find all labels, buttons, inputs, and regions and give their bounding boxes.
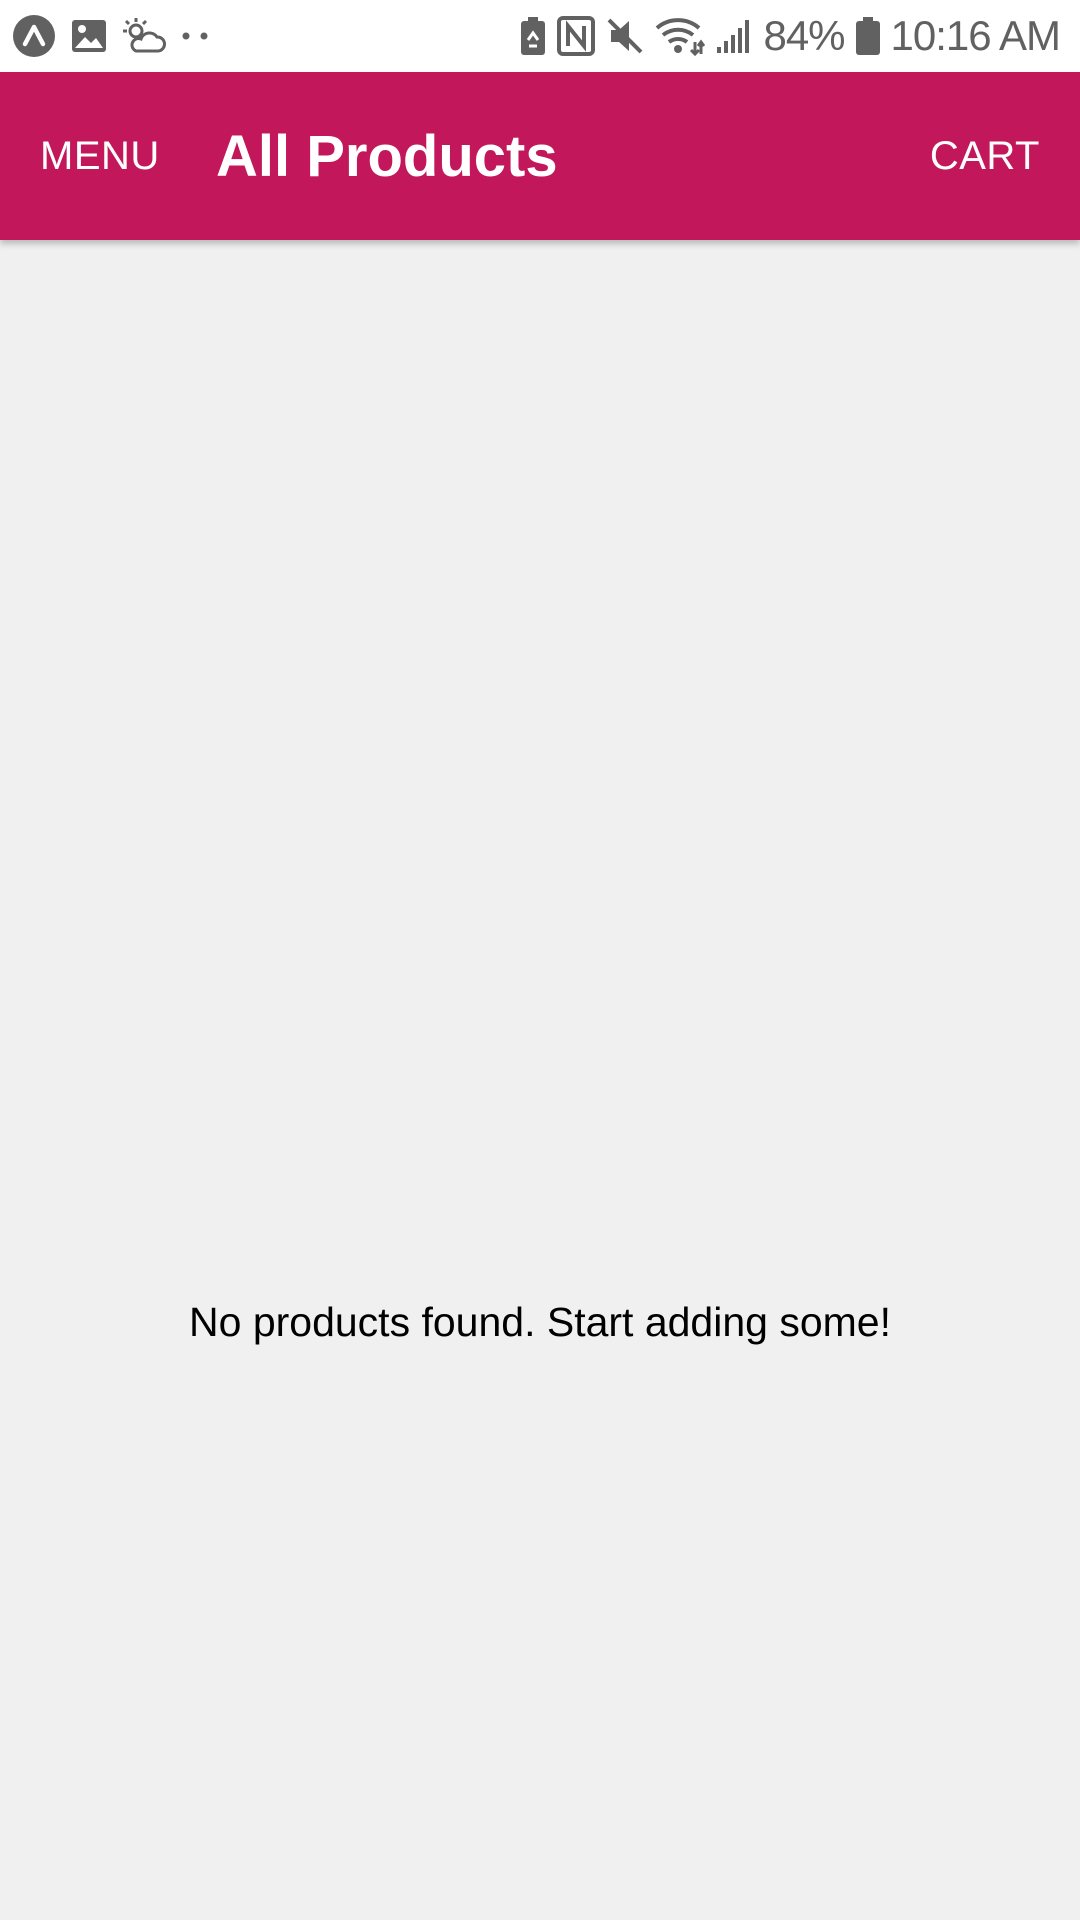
nfc-icon <box>557 16 596 56</box>
wifi-icon <box>655 16 706 56</box>
weather-icon <box>122 17 166 55</box>
signal-icon <box>715 17 753 55</box>
battery-saver-icon <box>519 16 547 56</box>
empty-state-message: No products found. Start adding some! <box>189 1299 891 1345</box>
image-icon <box>70 18 108 54</box>
app-launcher-icon <box>12 14 56 58</box>
menu-button[interactable]: MENU <box>40 72 160 240</box>
status-bar: 84% 10:16 AM <box>0 0 1080 72</box>
status-bar-right: 84% 10:16 AM <box>519 0 1061 72</box>
page-title: All Products <box>216 123 558 189</box>
battery-percent: 84% <box>763 12 845 59</box>
product-list-area: No products found. Start adding some! <box>0 240 1080 1920</box>
cart-button[interactable]: CART <box>930 72 1040 240</box>
more-dots-icon <box>180 30 210 42</box>
app-bar: MENU All Products CART <box>0 72 1080 240</box>
status-bar-left <box>12 0 224 72</box>
status-time: 10:16 AM <box>890 12 1061 59</box>
app-screen: 84% 10:16 AM MENU All Products CART No p… <box>0 0 1080 1920</box>
battery-icon <box>855 16 881 56</box>
mute-icon <box>605 16 645 56</box>
